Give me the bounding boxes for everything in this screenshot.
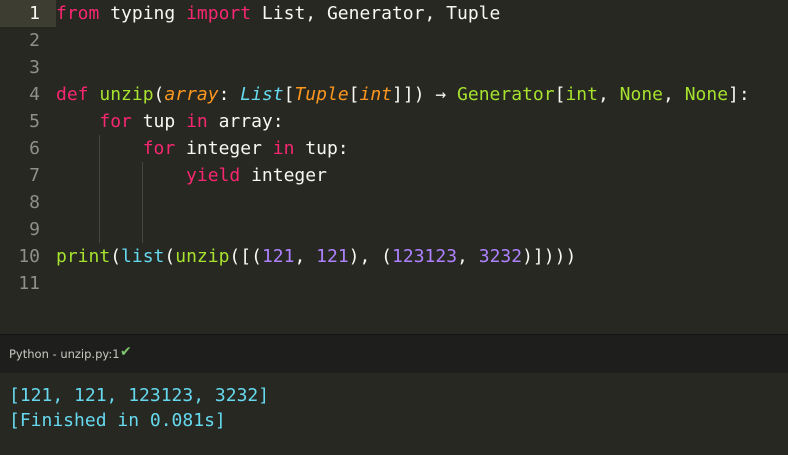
type-name: int <box>359 84 393 105</box>
builtin-call: list <box>121 246 165 267</box>
punct: ( <box>153 84 165 105</box>
punct: ( <box>164 246 176 267</box>
code-line-1[interactable]: from typing import List, Generator, Tupl… <box>56 0 500 27</box>
function-name: unzip <box>99 84 154 105</box>
type-name: List <box>240 84 284 105</box>
check-icon: ✔ <box>120 344 132 360</box>
number: 121 <box>316 246 349 267</box>
line-number: 8 <box>29 192 40 213</box>
punct: [ <box>283 84 295 105</box>
punct: ]]) <box>392 84 425 105</box>
keyword: in <box>186 111 208 132</box>
function-call: unzip <box>175 246 230 267</box>
punct: , <box>457 246 479 267</box>
punct: ([( <box>229 246 262 267</box>
punct: , <box>663 84 685 105</box>
parameter: array <box>164 84 219 105</box>
identifier: tup <box>131 111 187 132</box>
keyword: import <box>186 3 252 24</box>
code-line-10[interactable]: print(list(unzip([(121, 121), (123123, 3… <box>56 243 576 270</box>
output-line: [Finished in 0.081s] <box>9 410 226 431</box>
number: 3232 <box>478 246 523 267</box>
identifier: tup: <box>294 138 349 159</box>
line-number: 6 <box>29 138 40 159</box>
constant: None <box>619 84 663 105</box>
number: 123123 <box>392 246 458 267</box>
code-line-7[interactable]: yield integer <box>56 162 327 189</box>
code-line-5[interactable]: for tup in array: <box>56 108 284 135</box>
code-line-4[interactable]: def unzip(array: List[Tuple[int]]) → Gen… <box>56 81 750 108</box>
punct: ]: <box>728 84 750 105</box>
line-number: 9 <box>29 219 40 240</box>
keyword: yield <box>186 165 241 186</box>
identifier: integer <box>240 165 327 186</box>
type-name: Tuple <box>294 84 349 105</box>
module-name: typing <box>99 3 187 24</box>
build-status-text: Python - unzip.py:1 <box>9 347 120 361</box>
arrow: → <box>424 84 458 105</box>
line-number: 10 <box>18 246 40 267</box>
punct: [ <box>554 84 566 105</box>
keyword: for <box>142 138 176 159</box>
code-editor[interactable]: 1 2 3 4 5 6 7 8 9 10 11 from typing impo… <box>0 0 788 334</box>
keyword: in <box>272 138 295 159</box>
punct: [ <box>348 84 360 105</box>
build-output-panel[interactable]: [121, 121, 123123, 3232] [Finished in 0.… <box>0 373 788 455</box>
punct: , <box>597 84 620 105</box>
type-name: Generator <box>457 84 555 105</box>
keyword: for <box>99 111 132 132</box>
constant: None <box>684 84 729 105</box>
line-number: 1 <box>29 3 40 24</box>
line-number: 2 <box>29 30 40 51</box>
line-number: 4 <box>29 84 40 105</box>
builtin-call: print <box>56 246 111 267</box>
import-names: List, Generator, Tuple <box>251 3 501 24</box>
punct: ), ( <box>348 246 393 267</box>
line-number: 7 <box>29 165 40 186</box>
punct: : <box>218 84 241 105</box>
line-number: 11 <box>18 273 40 294</box>
keyword: def <box>56 84 89 105</box>
build-status-bar: Python - unzip.py:1 ✔ <box>0 334 788 374</box>
punct: ( <box>110 246 122 267</box>
output-line: [121, 121, 123123, 3232] <box>9 385 270 406</box>
number: 121 <box>261 246 295 267</box>
keyword: from <box>56 3 100 24</box>
identifier: integer <box>175 138 273 159</box>
code-line-6[interactable]: for integer in tup: <box>56 135 349 162</box>
type-name: int <box>565 84 598 105</box>
line-number: 5 <box>29 111 40 132</box>
punct: )]))) <box>522 246 577 267</box>
identifier: array: <box>207 111 284 132</box>
punct: , <box>294 246 317 267</box>
line-number-gutter: 1 2 3 4 5 6 7 8 9 10 11 <box>0 0 56 334</box>
line-number: 3 <box>29 57 40 78</box>
